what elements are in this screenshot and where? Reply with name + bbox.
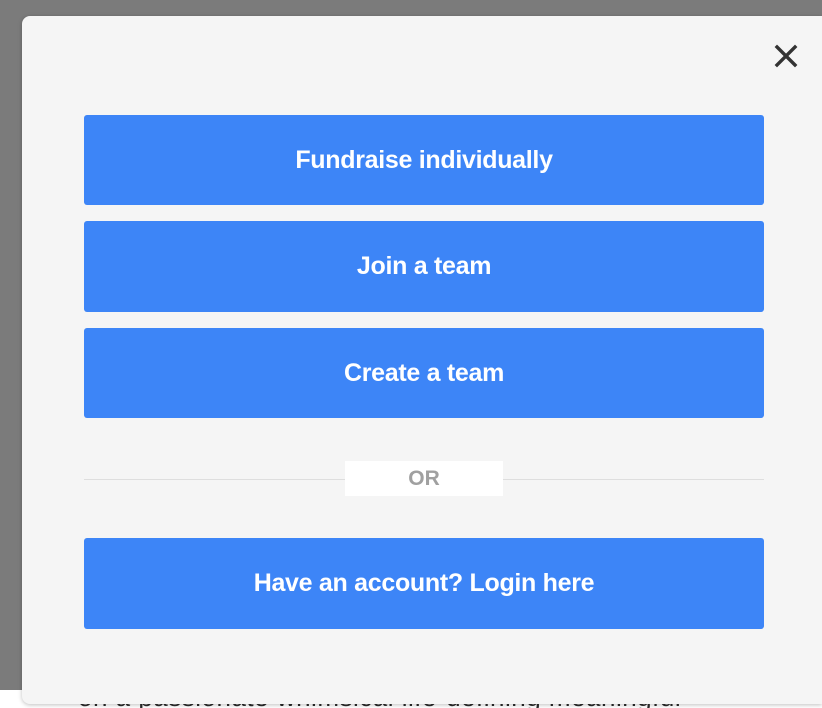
fundraise-options-modal: Fundraise individually Join a team Creat…	[22, 16, 822, 704]
close-button[interactable]	[766, 36, 806, 76]
join-team-button[interactable]: Join a team	[84, 221, 764, 312]
close-icon	[774, 44, 798, 68]
fundraise-individually-button[interactable]: Fundraise individually	[84, 115, 764, 205]
create-team-button[interactable]: Create a team	[84, 328, 764, 418]
login-button[interactable]: Have an account? Login here	[84, 538, 764, 629]
divider-or-label: OR	[345, 461, 503, 496]
